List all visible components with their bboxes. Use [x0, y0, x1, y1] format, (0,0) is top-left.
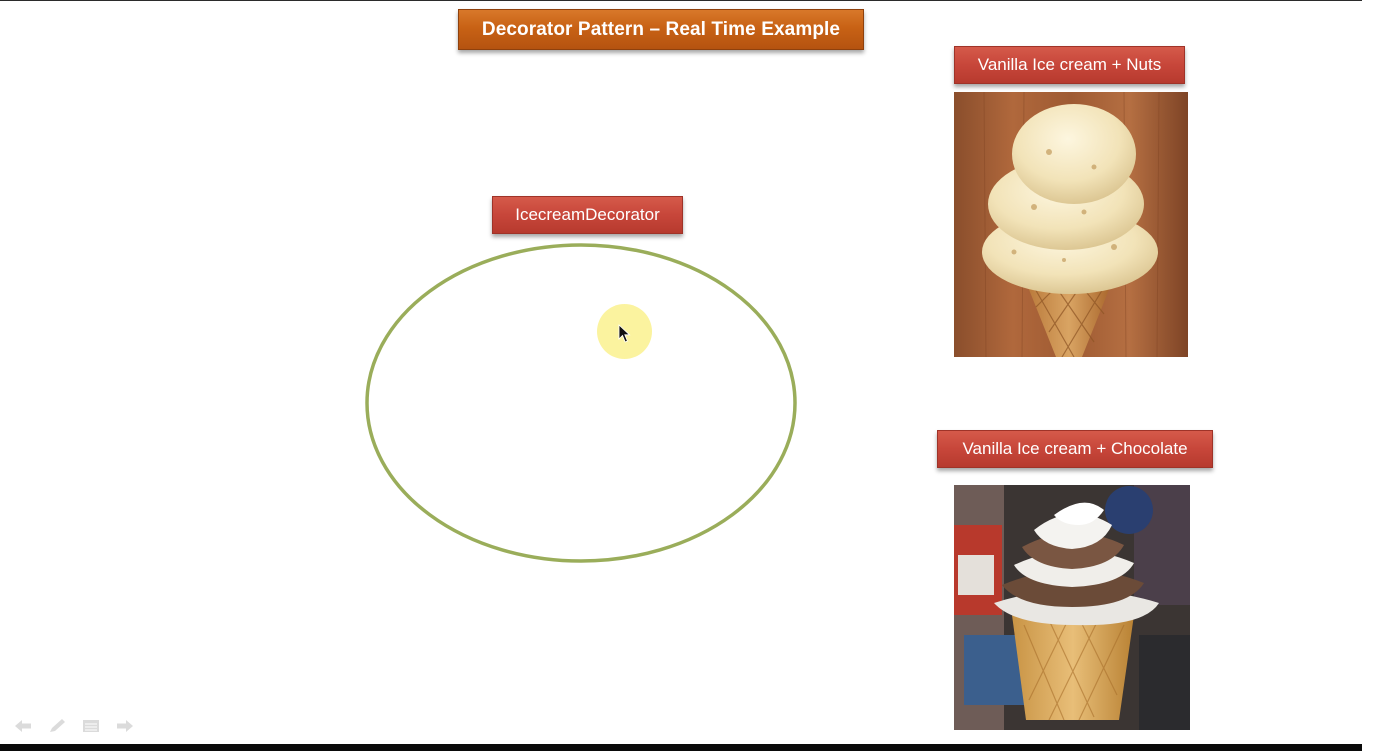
- pen-icon: [50, 719, 65, 732]
- previous-slide-button[interactable]: [12, 717, 34, 735]
- pen-tool-button[interactable]: [46, 717, 68, 735]
- next-slide-icon: [117, 720, 133, 732]
- previous-slide-icon: [15, 720, 31, 732]
- slide-bottom-bar: [0, 744, 1362, 751]
- next-slide-button[interactable]: [114, 717, 136, 735]
- vanilla-chocolate-label: Vanilla Ice cream + Chocolate: [937, 430, 1213, 468]
- slide-menu-icon: [83, 720, 99, 732]
- vanilla-chocolate-swirl-photo: [954, 485, 1190, 730]
- icecream-decorator-label: IcecreamDecorator: [492, 196, 683, 234]
- vanilla-nuts-cone-photo: [954, 92, 1188, 357]
- mouse-pointer-icon: [618, 324, 631, 343]
- slide-title: Decorator Pattern – Real Time Example: [458, 9, 864, 50]
- slide-menu-button[interactable]: [80, 717, 102, 735]
- slide-top-border: [0, 0, 1362, 1]
- slide-navigation-controls: [12, 716, 136, 736]
- vanilla-nuts-label: Vanilla Ice cream + Nuts: [954, 46, 1185, 84]
- decorator-ellipse: [365, 243, 797, 563]
